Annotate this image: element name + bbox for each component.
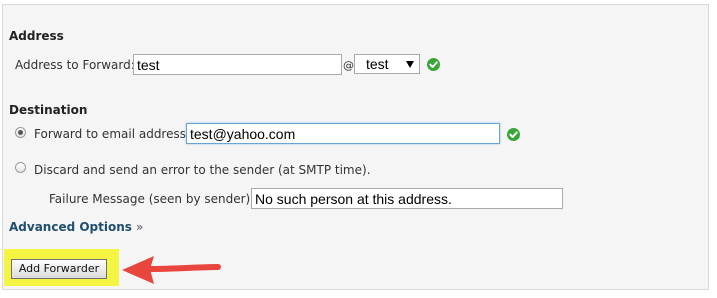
address-to-forward-input[interactable] — [133, 54, 342, 75]
add-forwarder-button[interactable]: Add Forwarder — [11, 259, 107, 279]
advanced-options-label: Advanced Options — [9, 220, 132, 234]
address-section-title: Address — [9, 29, 64, 43]
failure-message-label: Failure Message (seen by sender): — [49, 192, 255, 206]
check-circle-icon — [427, 58, 440, 71]
page: Address Address to Forward: @ test Desti… — [0, 0, 717, 298]
arrow-left-icon — [122, 256, 221, 284]
at-sign: @ — [343, 59, 354, 72]
discard-radio[interactable] — [15, 162, 26, 173]
advanced-options-link[interactable]: Advanced Options» — [9, 220, 143, 234]
forward-email-label: Forward to email address: — [34, 127, 191, 141]
chevron-down-icon — [406, 61, 414, 68]
forward-email-input[interactable] — [186, 123, 500, 144]
failure-message-input[interactable] — [251, 188, 563, 209]
double-chevron-right-icon: » — [135, 220, 144, 234]
domain-select[interactable]: test — [354, 54, 420, 74]
forward-email-radio[interactable] — [15, 127, 26, 138]
domain-select-value: test — [366, 56, 389, 72]
check-circle-icon — [507, 128, 520, 141]
address-to-forward-label: Address to Forward: — [15, 58, 135, 72]
destination-section-title: Destination — [9, 103, 88, 117]
forwarder-form-panel — [2, 4, 709, 290]
discard-label: Discard and send an error to the sender … — [34, 163, 371, 177]
